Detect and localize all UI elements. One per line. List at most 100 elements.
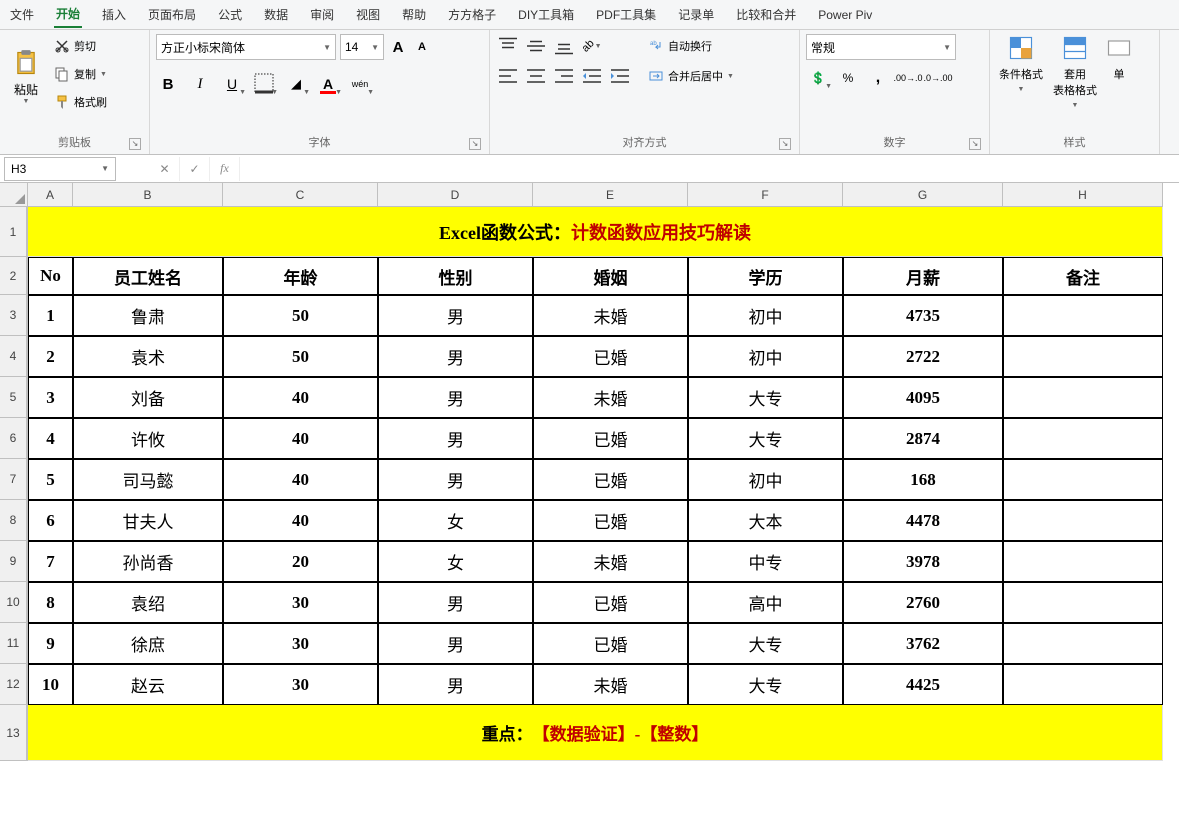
data-cell[interactable]: 袁术 xyxy=(73,336,223,377)
menu-fanggezi[interactable]: 方方格子 xyxy=(446,2,498,27)
col-header-b[interactable]: B xyxy=(73,183,223,207)
data-cell[interactable] xyxy=(1003,623,1163,664)
data-cell[interactable]: 袁绍 xyxy=(73,582,223,623)
data-cell[interactable]: 30 xyxy=(223,664,378,705)
data-cell[interactable]: 40 xyxy=(223,459,378,500)
data-cell[interactable] xyxy=(1003,377,1163,418)
border-button[interactable]: ▼ xyxy=(252,72,276,96)
header-cell[interactable]: 婚姻 xyxy=(533,257,688,295)
data-cell[interactable]: 赵云 xyxy=(73,664,223,705)
data-cell[interactable]: 大专 xyxy=(688,418,843,459)
row-header[interactable]: 13 xyxy=(0,705,27,761)
increase-font-button[interactable]: A xyxy=(388,34,408,60)
data-cell[interactable]: 2760 xyxy=(843,582,1003,623)
increase-decimal-button[interactable]: .00→.0 xyxy=(896,66,920,90)
data-cell[interactable]: 8 xyxy=(28,582,73,623)
underline-button[interactable]: U▼ xyxy=(220,72,244,96)
col-header-d[interactable]: D xyxy=(378,183,533,207)
conditional-format-button[interactable]: 条件格式 ▼ xyxy=(996,34,1046,93)
data-cell[interactable]: 4425 xyxy=(843,664,1003,705)
align-top-button[interactable] xyxy=(496,34,520,58)
menu-page-layout[interactable]: 页面布局 xyxy=(146,2,198,27)
menu-diy[interactable]: DIY工具箱 xyxy=(516,2,576,27)
data-cell[interactable]: 已婚 xyxy=(533,623,688,664)
data-cell[interactable]: 已婚 xyxy=(533,459,688,500)
data-cell[interactable]: 20 xyxy=(223,541,378,582)
clipboard-launcher[interactable]: ↘ xyxy=(129,138,141,150)
row-header[interactable]: 5 xyxy=(0,377,27,418)
data-cell[interactable]: 女 xyxy=(378,541,533,582)
data-cell[interactable]: 4 xyxy=(28,418,73,459)
col-header-h[interactable]: H xyxy=(1003,183,1163,207)
data-cell[interactable]: 50 xyxy=(223,336,378,377)
orientation-button[interactable]: ab▼ xyxy=(580,34,604,58)
data-cell[interactable]: 男 xyxy=(378,295,533,336)
menu-home[interactable]: 开始 xyxy=(54,1,82,28)
row-header[interactable]: 8 xyxy=(0,500,27,541)
font-name-combo[interactable]: 方正小标宋简体 ▼ xyxy=(156,34,336,60)
data-cell[interactable]: 6 xyxy=(28,500,73,541)
cancel-formula-button[interactable]: ✕ xyxy=(150,157,180,181)
menu-data[interactable]: 数据 xyxy=(262,2,290,27)
data-cell[interactable]: 中专 xyxy=(688,541,843,582)
data-cell[interactable]: 许攸 xyxy=(73,418,223,459)
align-bottom-button[interactable] xyxy=(552,34,576,58)
data-cell[interactable]: 168 xyxy=(843,459,1003,500)
data-cell[interactable]: 未婚 xyxy=(533,664,688,705)
menu-pdf[interactable]: PDF工具集 xyxy=(594,2,658,27)
cell-style-button[interactable]: 单 xyxy=(1104,34,1134,82)
percent-button[interactable]: % xyxy=(836,66,860,90)
alignment-launcher[interactable]: ↘ xyxy=(779,138,791,150)
col-header-g[interactable]: G xyxy=(843,183,1003,207)
data-cell[interactable]: 2722 xyxy=(843,336,1003,377)
data-cell[interactable]: 已婚 xyxy=(533,418,688,459)
pinyin-button[interactable]: wén▼ xyxy=(348,72,372,96)
col-header-f[interactable]: F xyxy=(688,183,843,207)
merge-button[interactable]: 合并后居中 ▼ xyxy=(644,64,738,88)
data-cell[interactable]: 大专 xyxy=(688,664,843,705)
data-cell[interactable]: 4478 xyxy=(843,500,1003,541)
data-cell[interactable]: 50 xyxy=(223,295,378,336)
data-cell[interactable]: 初中 xyxy=(688,459,843,500)
header-cell[interactable]: 年龄 xyxy=(223,257,378,295)
paste-button[interactable]: 粘贴 ▼ xyxy=(6,34,46,119)
menu-review[interactable]: 审阅 xyxy=(308,2,336,27)
data-cell[interactable]: 初中 xyxy=(688,336,843,377)
menu-insert[interactable]: 插入 xyxy=(100,2,128,27)
data-cell[interactable]: 高中 xyxy=(688,582,843,623)
row-header[interactable]: 7 xyxy=(0,459,27,500)
cut-button[interactable]: 剪切 xyxy=(50,34,111,58)
data-cell[interactable]: 3 xyxy=(28,377,73,418)
data-cell[interactable]: 未婚 xyxy=(533,295,688,336)
table-format-button[interactable]: 套用 表格格式 ▼ xyxy=(1050,34,1100,109)
menu-compare[interactable]: 比较和合并 xyxy=(734,2,798,27)
align-center-button[interactable] xyxy=(524,64,548,88)
title-cell[interactable]: Excel函数公式： 计数函数应用技巧解读 xyxy=(28,207,1163,257)
data-cell[interactable]: 甘夫人 xyxy=(73,500,223,541)
data-cell[interactable]: 7 xyxy=(28,541,73,582)
header-cell[interactable]: 备注 xyxy=(1003,257,1163,295)
data-cell[interactable]: 男 xyxy=(378,418,533,459)
data-cell[interactable]: 男 xyxy=(378,459,533,500)
menu-formulas[interactable]: 公式 xyxy=(216,2,244,27)
data-cell[interactable]: 4095 xyxy=(843,377,1003,418)
decrease-decimal-button[interactable]: .0→.00 xyxy=(926,66,950,90)
header-cell[interactable]: No xyxy=(28,257,73,295)
data-cell[interactable]: 司马懿 xyxy=(73,459,223,500)
menu-view[interactable]: 视图 xyxy=(354,2,382,27)
font-color-button[interactable]: A▼ xyxy=(316,72,340,96)
decrease-indent-button[interactable] xyxy=(580,64,604,88)
confirm-formula-button[interactable]: ✓ xyxy=(180,157,210,181)
currency-button[interactable]: 💲▼ xyxy=(806,66,830,90)
name-box[interactable]: H3 ▼ xyxy=(4,157,116,181)
data-cell[interactable]: 9 xyxy=(28,623,73,664)
data-cell[interactable] xyxy=(1003,459,1163,500)
data-cell[interactable] xyxy=(1003,418,1163,459)
menu-record[interactable]: 记录单 xyxy=(676,2,716,27)
menu-powerpivot[interactable]: Power Piv xyxy=(816,4,874,26)
data-cell[interactable]: 男 xyxy=(378,582,533,623)
cells-area[interactable]: Excel函数公式： 计数函数应用技巧解读 No员工姓名年龄性别婚姻学历月薪备注… xyxy=(28,207,1163,761)
data-cell[interactable] xyxy=(1003,541,1163,582)
data-cell[interactable]: 已婚 xyxy=(533,582,688,623)
header-cell[interactable]: 月薪 xyxy=(843,257,1003,295)
